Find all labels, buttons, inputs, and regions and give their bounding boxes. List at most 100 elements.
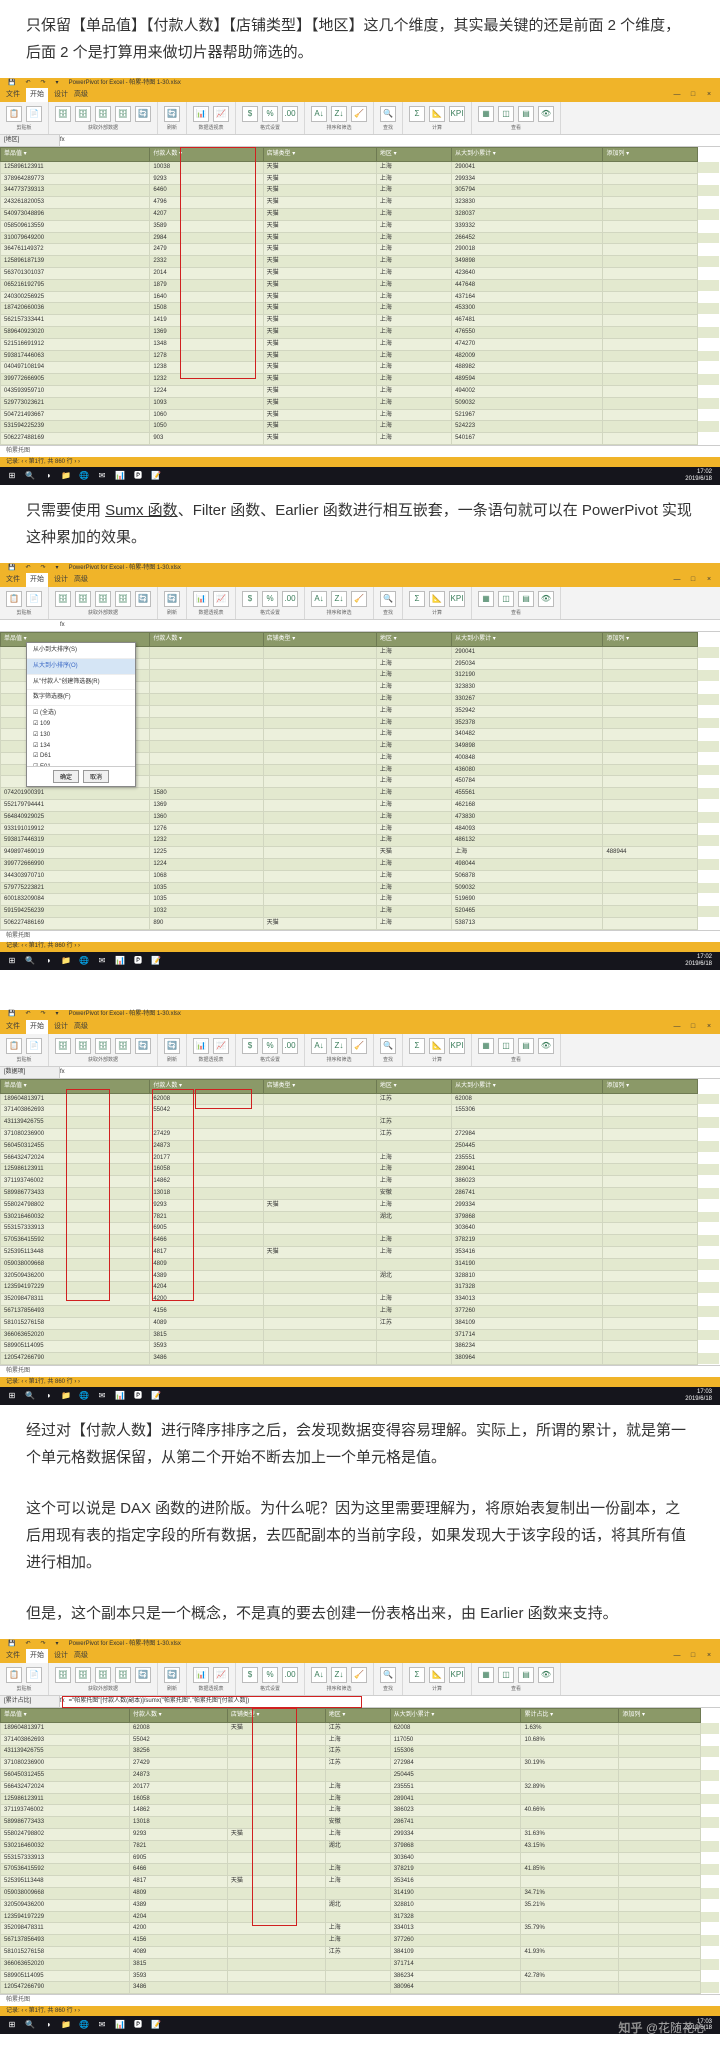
ribbon-button[interactable]: ◫ — [498, 591, 514, 607]
table-row[interactable]: 3997726669051232天猫上海489594 — [1, 374, 720, 386]
ribbon-button[interactable]: Σ — [409, 1667, 425, 1683]
cancel-button[interactable]: 取消 — [83, 770, 109, 783]
taskbar-icon[interactable]: 📝 — [148, 469, 164, 483]
ribbon-button[interactable]: 🧹 — [351, 1667, 367, 1683]
column-header[interactable]: 地区 ▾ — [376, 148, 451, 162]
table-row[interactable]: 3997726669901224上海498044 — [1, 859, 720, 871]
column-header[interactable]: 店铺类型 ▾ — [263, 1079, 376, 1093]
ribbon-button[interactable]: ▦ — [478, 106, 494, 122]
ribbon-button[interactable]: 🔄 — [135, 1667, 151, 1683]
taskbar-icon[interactable]: 🅿 — [130, 954, 146, 968]
ribbon-button[interactable]: 🗄 — [115, 106, 131, 122]
ribbon-button[interactable]: KPI — [449, 106, 465, 122]
ribbon-button[interactable]: 📐 — [429, 1667, 445, 1683]
table-row[interactable]: 431139426755江苏 — [1, 1117, 720, 1129]
taskbar-icon[interactable]: 🌐 — [76, 954, 92, 968]
table-row[interactable]: 12598612391116058上海289041 — [1, 1793, 720, 1805]
ribbon-button[interactable]: Σ — [409, 106, 425, 122]
sort-asc[interactable]: 从小到大排序(S) — [27, 643, 135, 659]
table-row[interactable]: 3789642897739293天猫上海299334 — [1, 173, 720, 185]
ribbon-button[interactable]: .00 — [282, 1038, 298, 1054]
table-row[interactable]: 3443039707101068上海506878 — [1, 870, 720, 882]
ribbon-button[interactable]: .00 — [282, 591, 298, 607]
tab-design[interactable]: 设计 — [54, 89, 68, 102]
table-row[interactable]: 1205472667903486380964 — [1, 1982, 720, 1994]
ok-button[interactable]: 确定 — [53, 770, 79, 783]
filter-menu[interactable]: 从小到大排序(S) 从大到小排序(O) 从"付款人"创建筛选器(R) 数字筛选器… — [26, 642, 136, 787]
table-row[interactable]: 1258961871392332天猫上海349898 — [1, 256, 720, 268]
taskbar-icon[interactable]: 📊 — [112, 2018, 128, 2032]
ribbon-button[interactable]: 🔄 — [164, 591, 180, 607]
taskbar-icon[interactable]: ✉ — [94, 469, 110, 483]
ribbon-button[interactable]: 📋 — [6, 591, 22, 607]
taskbar-icon[interactable]: 📁 — [58, 2018, 74, 2032]
table-row[interactable]: 5302164600327821湖北37986843.15% — [1, 1840, 720, 1852]
ribbon-button[interactable]: 🧹 — [351, 106, 367, 122]
ribbon-button[interactable]: .00 — [282, 1667, 298, 1683]
column-header[interactable]: 从大到小累计 ▾ — [452, 148, 603, 162]
table-row[interactable]: 5810152761584089江苏384109 — [1, 1317, 720, 1329]
ribbon-button[interactable]: ◫ — [498, 1667, 514, 1683]
taskbar-icon[interactable]: 🔍 — [22, 469, 38, 483]
taskbar-icon[interactable]: 📝 — [148, 2018, 164, 2032]
ribbon-button[interactable]: % — [262, 591, 278, 607]
ribbon-button[interactable]: Z↓ — [331, 1667, 347, 1683]
ribbon-button[interactable]: A↓ — [311, 591, 327, 607]
column-header[interactable]: 付款人数 ▾ — [150, 148, 263, 162]
ribbon-button[interactable]: 🔍 — [380, 1667, 396, 1683]
filter-checkbox[interactable]: ☑ 134 — [33, 741, 129, 752]
ribbon-button[interactable]: 🗄 — [75, 1038, 91, 1054]
ribbon-button[interactable]: 🔄 — [164, 1667, 180, 1683]
taskbar-icon[interactable]: 🌐 — [76, 2018, 92, 2032]
table-row[interactable]: 3100796492002984天猫上海266452 — [1, 232, 720, 244]
table-row[interactable]: 059038009668480931419034.71% — [1, 1887, 720, 1899]
ribbon-button[interactable]: 🗄 — [55, 106, 71, 122]
ribbon-button[interactable]: 👁 — [538, 1038, 554, 1054]
table-row[interactable]: 0742019003911580上海455561 — [1, 788, 720, 800]
taskbar-icon[interactable]: ◑ — [40, 954, 56, 968]
table-row[interactable]: 18960481397162008江苏62008 — [1, 1093, 720, 1105]
ribbon-button[interactable]: 🔍 — [380, 591, 396, 607]
taskbar-icon[interactable]: 📁 — [58, 1389, 74, 1403]
ribbon-button[interactable]: 📐 — [429, 591, 445, 607]
taskbar-icon[interactable]: 📝 — [148, 954, 164, 968]
ribbon-button[interactable]: Σ — [409, 591, 425, 607]
taskbar-icon[interactable]: 📁 — [58, 954, 74, 968]
ribbon-button[interactable]: 🔍 — [380, 106, 396, 122]
table-row[interactable]: 43113942675538256江苏155306 — [1, 1746, 720, 1758]
table-row[interactable]: 37140386269355042上海11705010.68% — [1, 1734, 720, 1746]
ribbon-button[interactable]: 📐 — [429, 106, 445, 122]
column-header[interactable]: 付款人数 ▾ — [150, 1079, 263, 1093]
ribbon-button[interactable]: 📄 — [26, 1667, 42, 1683]
ribbon-button[interactable]: $ — [242, 1667, 258, 1683]
ribbon-button[interactable]: 📋 — [6, 1667, 22, 1683]
ribbon-button[interactable]: 🧹 — [351, 1038, 367, 1054]
table-row[interactable]: 5896409230201369天猫上海476550 — [1, 326, 720, 338]
ribbon-button[interactable]: KPI — [449, 1038, 465, 1054]
table-row[interactable]: 56643247202420177上海23555132.89% — [1, 1781, 720, 1793]
ribbon-button[interactable]: 🔄 — [135, 106, 151, 122]
column-header[interactable]: 单品值 ▾ — [1, 1708, 130, 1722]
ribbon-button[interactable]: 🗄 — [95, 591, 111, 607]
ribbon-button[interactable]: 📈 — [213, 1038, 229, 1054]
taskbar-icon[interactable]: ✉ — [94, 2018, 110, 2032]
table-row[interactable]: 5531573339136905303640 — [1, 1223, 720, 1235]
table-row[interactable]: 589905114095359338623442.78% — [1, 1970, 720, 1982]
ribbon-button[interactable]: KPI — [449, 1667, 465, 1683]
table-row[interactable]: 0404971081941238天猫上海488982 — [1, 362, 720, 374]
taskbar-icon[interactable]: 📊 — [112, 469, 128, 483]
table-row[interactable]: 3660636520203815371714 — [1, 1329, 720, 1341]
table-row[interactable]: 37119374600214862上海386023 — [1, 1176, 720, 1188]
table-row[interactable]: 5047214936671060天猫上海521967 — [1, 409, 720, 421]
ribbon-button[interactable]: % — [262, 1667, 278, 1683]
ribbon-button[interactable]: 🔍 — [380, 1038, 396, 1054]
ribbon-button[interactable]: 🗄 — [95, 1038, 111, 1054]
taskbar-icon[interactable]: 📊 — [112, 954, 128, 968]
ribbon-button[interactable]: ◫ — [498, 106, 514, 122]
table-row[interactable]: 58998677343313018安徽286741 — [1, 1188, 720, 1200]
ribbon-button[interactable]: A↓ — [311, 1667, 327, 1683]
ribbon-button[interactable]: ▤ — [518, 1038, 534, 1054]
table-row[interactable]: 3660636520203815371714 — [1, 1958, 720, 1970]
table-row[interactable]: 5215166919121348天猫上海474270 — [1, 338, 720, 350]
ribbon-button[interactable]: ▤ — [518, 106, 534, 122]
